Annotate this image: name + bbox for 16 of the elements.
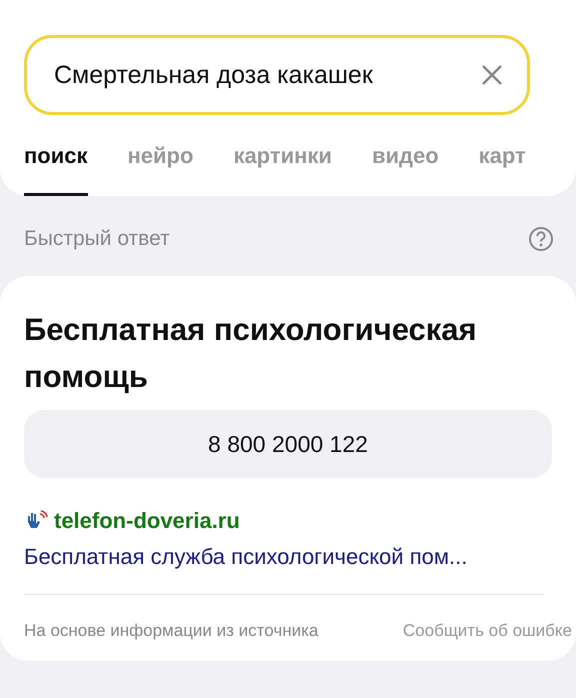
answer-title: Бесплатная психологическая помощь (24, 311, 478, 396)
search-input[interactable]: Смертельная доза какашек (54, 60, 474, 90)
close-icon[interactable] (481, 64, 503, 86)
tab[interactable]: поиск (24, 143, 88, 196)
phone-button[interactable]: 8 800 2000 122 (24, 410, 552, 478)
tab[interactable]: карт (478, 143, 526, 196)
result-link[interactable]: Бесплатная служба психологической пом... (24, 544, 552, 570)
section-heading: Быстрый ответ (24, 227, 170, 251)
tab[interactable]: видео (372, 143, 439, 196)
search-field[interactable]: Смертельная доза какашек (24, 35, 530, 115)
tab[interactable]: картинки (233, 143, 332, 196)
report-link[interactable]: Сообщить об ошибке (402, 621, 572, 641)
help-icon[interactable] (528, 226, 554, 252)
tab[interactable]: нейро (128, 143, 194, 196)
site-link[interactable]: telefon-doveria.ru (54, 508, 240, 534)
source-note: На основе информации из источника (24, 621, 318, 641)
